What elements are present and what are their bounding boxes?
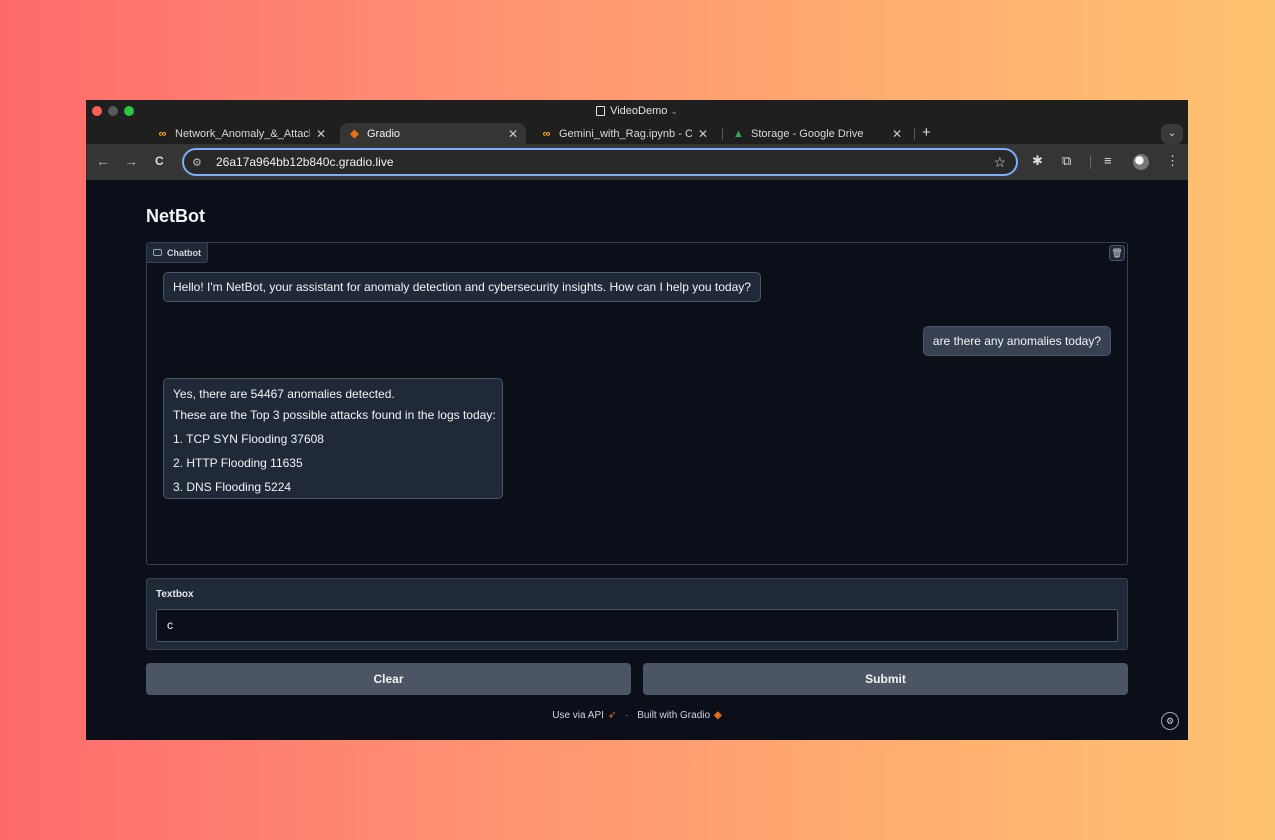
tab-label: Network_Anomaly_&_Attack_ bbox=[175, 127, 310, 140]
message-text: Yes, there are 54467 anomalies detected. bbox=[173, 387, 395, 401]
footer: Use via API ➶ · Built with Gradio ◈ bbox=[86, 710, 1188, 721]
textbox-block: Textbox c bbox=[146, 578, 1128, 650]
url-text[interactable]: 26a17a964bb12b840c.gradio.live bbox=[216, 155, 993, 169]
chatbot-label-text: Chatbot bbox=[167, 247, 201, 258]
textbox-label: Textbox bbox=[156, 589, 194, 600]
minimize-window-button[interactable] bbox=[108, 106, 118, 116]
message-text: Hello! I'm NetBot, your assistant for an… bbox=[173, 280, 751, 294]
tab-label: Gradio bbox=[367, 127, 401, 140]
toolbar-divider bbox=[1090, 155, 1091, 169]
submit-button[interactable]: Submit bbox=[643, 663, 1128, 695]
bot-message: Yes, there are 54467 anomalies detected.… bbox=[163, 378, 503, 499]
tab-gradio[interactable]: ◈ Gradio ✕ bbox=[340, 123, 526, 144]
close-icon[interactable]: ✕ bbox=[316, 127, 326, 141]
window-controls bbox=[92, 106, 134, 116]
message-input[interactable]: c bbox=[156, 609, 1118, 642]
drive-icon: ▲ bbox=[733, 127, 744, 140]
rocket-icon: ➶ bbox=[607, 710, 617, 721]
close-icon[interactable]: ✕ bbox=[892, 127, 902, 141]
gradio-app: NetBot Chatbot 🗑 Hello! I'm NetBot, your… bbox=[86, 180, 1188, 740]
page-title: NetBot bbox=[146, 206, 205, 226]
reload-button[interactable]: C bbox=[155, 154, 164, 168]
close-icon[interactable]: ✕ bbox=[508, 127, 518, 141]
browser-window: VideoDemo ⌄ ∞ Network_Anomaly_&_Attack_ … bbox=[86, 100, 1188, 740]
user-message: are there any anomalies today? bbox=[922, 326, 1111, 356]
tab-gemini-rag[interactable]: ∞ Gemini_with_Rag.ipynb - Col ✕ bbox=[532, 123, 716, 144]
chatbot-label: Chatbot bbox=[147, 243, 208, 263]
chevron-down-icon[interactable]: ⌄ bbox=[670, 106, 678, 117]
colab-icon: ∞ bbox=[158, 127, 167, 140]
gradio-logo-icon: ◈ bbox=[714, 710, 722, 721]
message-text: These are the Top 3 possible attacks fou… bbox=[173, 408, 496, 422]
gradio-icon: ◈ bbox=[350, 128, 359, 140]
tab-divider bbox=[722, 128, 723, 140]
bookmark-star-icon[interactable]: ☆ bbox=[993, 154, 1006, 171]
browser-menu-icon[interactable]: ⋮ bbox=[1166, 153, 1179, 169]
settings-icon[interactable]: ⚙ bbox=[1161, 712, 1179, 730]
close-window-button[interactable] bbox=[92, 106, 102, 116]
tab-divider bbox=[914, 128, 915, 140]
message-text: are there any anomalies today? bbox=[932, 334, 1101, 348]
maximize-window-button[interactable] bbox=[124, 106, 134, 116]
bot-message: Hello! I'm NetBot, your assistant for an… bbox=[163, 272, 761, 302]
title-bar: VideoDemo ⌄ bbox=[86, 100, 1188, 122]
message-text: 3. DNS Flooding 5224 bbox=[173, 480, 292, 494]
browser-toolbar: ← → C ⚙ 26a17a964bb12b840c.gradio.live ☆… bbox=[86, 144, 1188, 180]
address-bar[interactable]: ⚙ 26a17a964bb12b840c.gradio.live ☆ bbox=[182, 148, 1018, 176]
colab-icon: ∞ bbox=[542, 127, 551, 140]
close-icon[interactable]: ✕ bbox=[698, 127, 708, 141]
message-text: 1. TCP SYN Flooding 37608 bbox=[173, 432, 324, 446]
footer-separator: · bbox=[625, 710, 629, 721]
new-tab-button[interactable]: + bbox=[922, 124, 931, 141]
built-with-gradio-link[interactable]: Built with Gradio bbox=[637, 710, 710, 721]
document-icon bbox=[596, 106, 606, 116]
forward-button[interactable]: → bbox=[124, 153, 138, 169]
tab-google-drive[interactable]: ▲ Storage - Google Drive ✕ bbox=[724, 123, 910, 144]
back-button[interactable]: ← bbox=[96, 153, 110, 169]
tab-network-anomaly[interactable]: ∞ Network_Anomaly_&_Attack_ ✕ bbox=[148, 123, 334, 144]
use-via-api-link[interactable]: Use via API bbox=[552, 710, 604, 721]
extension-pin-icon[interactable]: ✱ bbox=[1032, 153, 1043, 169]
message-text: 2. HTTP Flooding 11635 bbox=[173, 456, 303, 470]
chat-bubble-icon bbox=[153, 249, 162, 256]
tab-strip: ∞ Network_Anomaly_&_Attack_ ✕ ◈ Gradio ✕… bbox=[86, 122, 1188, 144]
extensions-puzzle-icon[interactable]: ⧉ bbox=[1062, 153, 1071, 169]
trash-icon[interactable]: 🗑 bbox=[1109, 245, 1125, 261]
tab-label: Storage - Google Drive bbox=[751, 127, 864, 140]
profile-avatar[interactable] bbox=[1133, 154, 1149, 170]
clear-button[interactable]: Clear bbox=[146, 663, 631, 695]
tab-label: Gemini_with_Rag.ipynb - Col bbox=[559, 127, 692, 140]
chatbot-panel: Chatbot 🗑 Hello! I'm NetBot, your assist… bbox=[146, 242, 1128, 565]
window-title: VideoDemo bbox=[610, 105, 668, 117]
reading-list-icon[interactable]: ≡ bbox=[1104, 153, 1112, 168]
site-info-icon[interactable]: ⚙ bbox=[192, 156, 210, 169]
tab-search-button[interactable]: ⌄ bbox=[1161, 124, 1183, 144]
